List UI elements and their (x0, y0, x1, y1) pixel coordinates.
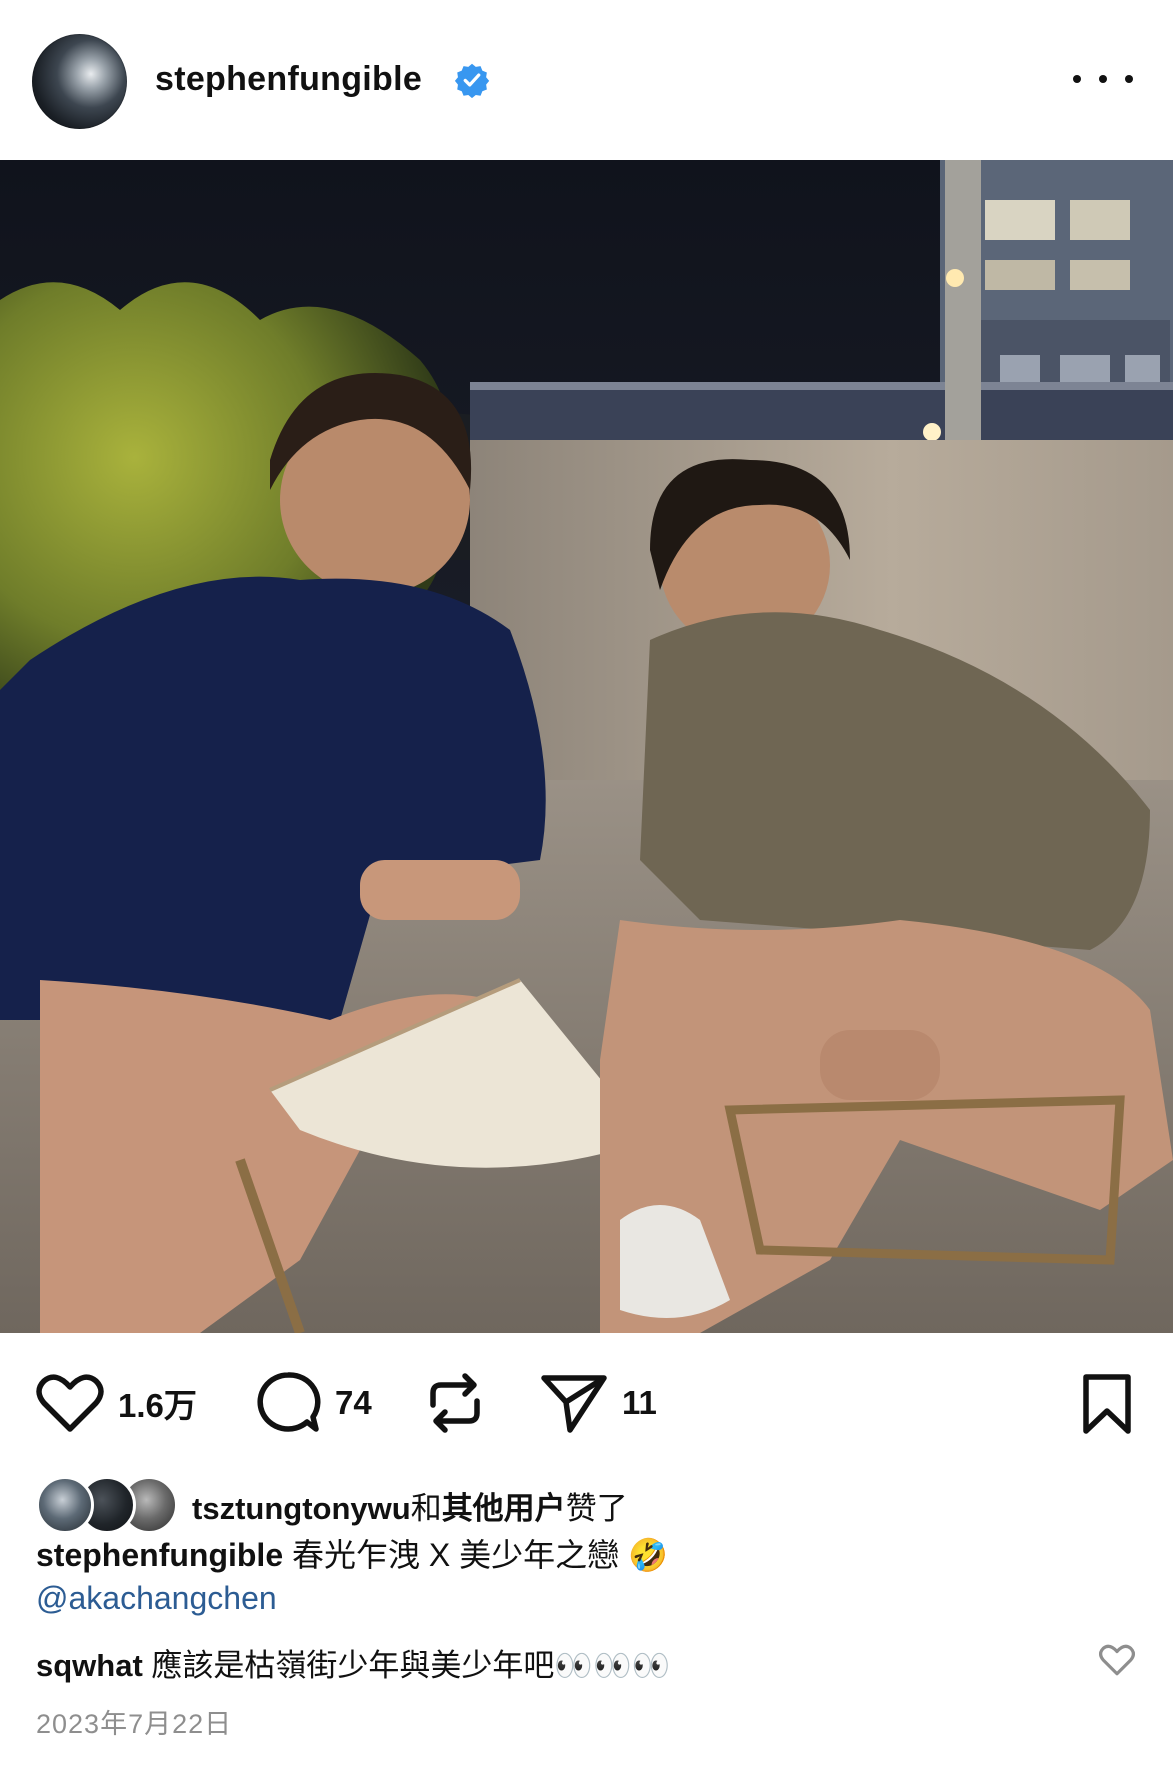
comment-text: 應該是枯嶺街少年與美少年吧👀👀👀 (151, 1648, 671, 1683)
post-date: 2023年7月22日 (36, 1709, 233, 1739)
send-icon[interactable] (540, 1372, 608, 1434)
author-avatar[interactable] (32, 34, 127, 129)
post-photo[interactable] (0, 160, 1173, 1333)
like-count: 1.6万 (118, 1387, 197, 1424)
comment-count: 74 (335, 1384, 372, 1421)
comment-username[interactable]: sqwhat (36, 1648, 143, 1683)
caption-mention[interactable]: @akachangchen (36, 1580, 277, 1617)
verified-badge-icon (454, 63, 490, 98)
liker-avatar (36, 1476, 94, 1534)
liker-username[interactable]: tsztungtonywu (192, 1491, 411, 1526)
instagram-post: stephenfungible 1.6万 74 11 tsztungtonywu… (0, 0, 1173, 1767)
share-count: 11 (622, 1384, 657, 1421)
author-username[interactable]: stephenfungible (155, 60, 422, 99)
caption-text: 春光乍洩 X 美少年之戀 🤣 (292, 1537, 668, 1573)
liked-suffix: 赞了 (565, 1490, 628, 1526)
repost-action[interactable] (425, 1373, 485, 1433)
post-caption: stephenfungible 春光乍洩 X 美少年之戀 🤣 (36, 1533, 668, 1577)
caption-username[interactable]: stephenfungible (36, 1537, 283, 1573)
liked-by-row[interactable]: tsztungtonywu和其他用户赞了 (36, 1476, 628, 1534)
comment-preview: sqwhat 應該是枯嶺街少年與美少年吧👀👀👀 (36, 1640, 670, 1685)
comment-like-icon[interactable] (1099, 1644, 1135, 1676)
bookmark-icon[interactable] (1081, 1373, 1133, 1435)
repost-icon[interactable] (425, 1371, 485, 1435)
comment-bubble-icon[interactable] (255, 1371, 321, 1435)
liked-and: 和 (410, 1490, 442, 1526)
liked-by-text: tsztungtonywu和其他用户赞了 (192, 1483, 628, 1528)
action-bar: 1.6万 74 11 (0, 1333, 1173, 1483)
more-horizontal-icon[interactable] (1073, 64, 1133, 94)
like-action[interactable]: 1.6万 (36, 1373, 197, 1433)
heart-icon[interactable] (36, 1373, 104, 1433)
liked-others[interactable]: 其他用户 (442, 1491, 566, 1526)
post-header: stephenfungible (0, 0, 1173, 160)
comment-action[interactable]: 74 (255, 1371, 372, 1435)
share-action[interactable]: 11 (540, 1373, 657, 1433)
